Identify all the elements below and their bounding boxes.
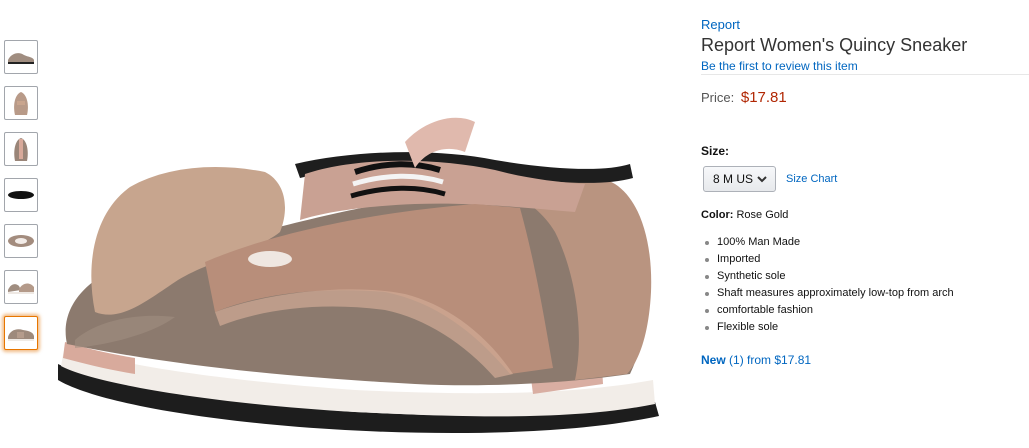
feature-item: Shaft measures approximately low-top fro… — [705, 285, 954, 302]
chevron-down-icon — [757, 176, 767, 183]
divider — [701, 74, 1029, 75]
thumbnail-sole-view[interactable] — [4, 178, 38, 212]
feature-item: comfortable fashion — [705, 302, 954, 319]
feature-bullets: 100% Man Made Imported Synthetic sole Sh… — [705, 234, 954, 336]
brand-link[interactable]: Report — [701, 17, 740, 32]
write-review-link[interactable]: Be the first to review this item — [701, 59, 858, 73]
color-label: Color: — [701, 209, 734, 221]
offers-count-price: (1) from $17.81 — [729, 353, 812, 367]
thumbnail-back-view[interactable] — [4, 132, 38, 166]
size-selected-value: 8 M US — [713, 172, 754, 186]
size-label: Size: — [701, 144, 730, 158]
price-label: Price: — [701, 90, 735, 105]
thumbnail-side-view[interactable] — [4, 40, 38, 74]
new-offers-link[interactable]: New (1) from $17.81 — [701, 353, 811, 367]
price-row: Price: $17.81 — [701, 89, 787, 106]
price-value: $17.81 — [740, 89, 787, 106]
feature-item: Imported — [705, 251, 954, 268]
product-title: Report Women's Quincy Sneaker — [701, 35, 968, 55]
thumbnail-strip — [4, 40, 42, 362]
product-main-image — [58, 117, 659, 434]
offers-new-label: New — [701, 353, 726, 367]
thumbnail-pair-view[interactable] — [4, 270, 38, 304]
feature-item: 100% Man Made — [705, 234, 954, 251]
eyelet-cutout — [248, 251, 292, 267]
feature-item: Synthetic sole — [705, 268, 954, 285]
thumbnail-top-view[interactable] — [4, 224, 38, 258]
size-chart-link[interactable]: Size Chart — [786, 173, 837, 185]
size-dropdown[interactable]: 8 M US — [703, 166, 776, 192]
color-row: Color: Rose Gold — [701, 209, 788, 221]
thumbnail-front-view[interactable] — [4, 86, 38, 120]
color-value: Rose Gold — [736, 209, 789, 221]
feature-item: Flexible sole — [705, 319, 954, 336]
thumbnail-angle-view[interactable] — [4, 316, 38, 350]
